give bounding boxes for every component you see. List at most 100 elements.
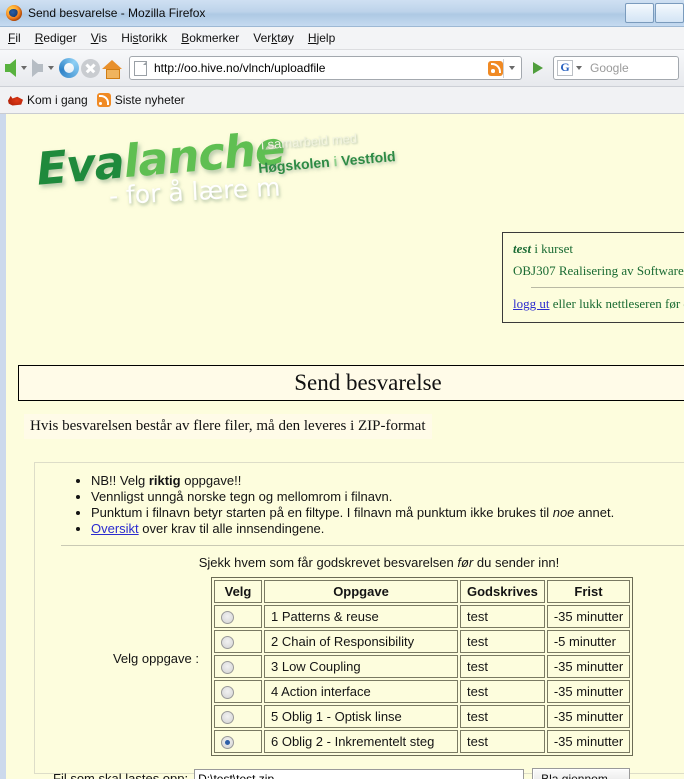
task-radio-2[interactable] [221,636,234,650]
menu-fil[interactable]: Fil [8,31,21,45]
note1-pre: NB!! Velg [91,473,149,488]
file-path-input[interactable] [194,769,525,779]
note3-post: annet. [574,505,615,520]
session-logout-line: logg ut eller lukk nettleseren før du fo [513,296,684,312]
task-godskrives: test [460,655,545,679]
browse-button[interactable]: Bla gjennom ... [532,768,631,779]
search-input[interactable]: Google [590,61,629,75]
bookmark-siste-nyheter[interactable]: Siste nyheter [96,93,185,107]
note4-post: over krav til alle innsendingene. [138,521,325,536]
task-frist: -35 minutter [546,705,631,729]
reload-icon [59,58,79,78]
forward-history-dropdown-icon[interactable] [48,66,54,70]
task-radio-3[interactable] [221,661,234,675]
note3-pre: Punktum i filnavn betyr starten på en fi… [91,505,553,520]
maximize-button[interactable] [655,3,684,23]
search-engine-dropdown-icon[interactable] [576,66,582,70]
task-radio-cell[interactable] [214,605,262,629]
google-logo-icon: G [557,60,573,76]
url-dropdown-button[interactable] [503,58,519,78]
session-username: test [513,241,532,256]
window-titlebar: Send besvarelse - Mozilla Firefox [0,0,684,27]
header-frist: Frist [546,580,631,603]
list-item: Punktum i filnavn betyr starten på en fi… [91,505,684,521]
logout-link[interactable]: logg ut [513,296,549,311]
task-selection-row: Velg oppgave : Velg Oppgave Godskrives F… [35,577,684,757]
back-history-dropdown-icon[interactable] [21,66,27,70]
session-user-line: test i kurset [513,241,684,257]
window-controls[interactable] [625,3,684,23]
table-row: 2 Chain of Responsibility test -5 minutt… [214,630,631,654]
browser-viewport: Evalanche - for å lære m i samarbeid med… [0,114,684,779]
task-name: 6 Oblig 2 - Inkrementelt steg [264,730,458,754]
task-name: 2 Chain of Responsibility [264,630,458,654]
task-name: 3 Low Coupling [264,655,458,679]
address-bar[interactable] [129,56,522,80]
task-frist: -5 minutter [546,630,631,654]
task-godskrives: test [460,730,545,754]
page-document-icon [134,60,147,76]
table-header-row: Velg Oppgave Godskrives Frist [214,580,631,603]
reload-button[interactable] [59,58,79,78]
window-title: Send besvarelse - Mozilla Firefox [28,6,206,20]
menu-rediger[interactable]: Rediger [35,31,77,45]
instruction-list: NB!! Velg riktig oppgave!! Vennligst unn… [35,473,684,537]
task-radio-cell[interactable] [214,705,262,729]
menu-historikk[interactable]: Historikk [121,31,167,45]
url-input[interactable] [152,60,488,76]
session-info-box: test i kurset OBJ307 Realisering av Soft… [502,232,684,323]
table-row: 5 Oblig 1 - Optisk linse test -35 minutt… [214,705,631,729]
menu-vis[interactable]: Vis [91,31,107,45]
task-godskrives: test [460,680,545,704]
task-radio-cell[interactable] [214,680,262,704]
institution-place: Vestfold [340,148,397,169]
list-item: NB!! Velg riktig oppgave!! [91,473,684,489]
minimize-button[interactable] [625,3,654,23]
check-pre: Sjekk hvem som får godskrevet besvarelse… [198,555,458,570]
check-instruction: Sjekk hvem som får godskrevet besvarelse… [35,555,684,570]
task-radio-1[interactable] [221,611,234,625]
task-frist: -35 minutter [546,655,631,679]
task-radio-cell[interactable] [214,630,262,654]
task-radio-cell[interactable] [214,655,262,679]
bookmark-kom-i-gang[interactable]: Kom i gang [8,93,88,107]
search-bar[interactable]: G Google [553,56,679,80]
task-name: 1 Patterns & reuse [264,605,458,629]
bookmark-label: Siste nyheter [114,93,185,107]
note3-italic: noe [552,505,575,520]
session-user-suffix: i kurset [531,241,573,256]
navigation-toolbar: G Google [0,50,684,87]
go-button[interactable] [527,57,549,79]
menu-bar: Fil Rediger Vis Historikk Bokmerker Verk… [0,27,684,50]
task-frist: -35 minutter [546,680,631,704]
task-frist: -35 minutter [546,605,631,629]
list-item: Oversikt over krav til alle innsendingen… [91,521,684,537]
oversikt-link[interactable]: Oversikt [91,521,139,536]
forward-button[interactable] [32,59,43,77]
task-radio-4[interactable] [221,686,234,700]
firefox-icon [6,5,22,21]
task-godskrives: test [460,605,545,629]
menu-hjelp[interactable]: Hjelp [308,31,335,45]
back-button[interactable] [5,59,16,77]
check-italic: før [457,555,474,570]
section-divider [61,545,684,546]
task-radio-5[interactable] [221,711,234,725]
rss-feed-icon[interactable] [488,60,503,76]
menu-verktoy[interactable]: Verktøy [253,31,294,45]
task-radio-cell[interactable] [214,730,262,754]
task-radio-6[interactable] [221,736,234,750]
chevron-down-icon [508,66,515,70]
rss-feed-icon [96,93,111,107]
page-subnote: Hvis besvarelsen består av flere filer, … [24,414,432,439]
task-godskrives: test [460,630,545,654]
header-godskrives: Godskrives [460,580,545,603]
menu-bokmerker[interactable]: Bokmerker [181,31,239,45]
task-name: 4 Action interface [264,680,458,704]
home-icon [102,59,122,79]
home-button[interactable] [102,59,122,79]
table-row: 6 Oblig 2 - Inkrementelt steg test -35 m… [214,730,631,754]
firefox-bookmark-icon [8,95,23,106]
institution-connector: i [332,153,339,170]
stop-button[interactable] [81,58,100,78]
